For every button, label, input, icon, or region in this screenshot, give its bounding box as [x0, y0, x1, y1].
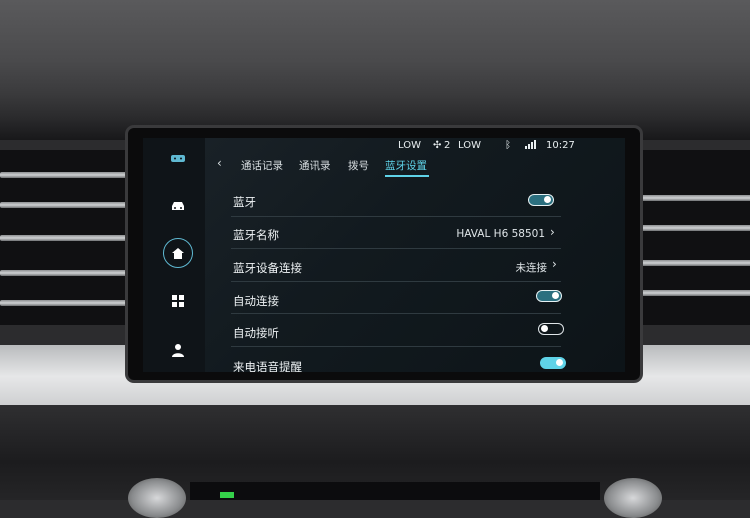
- divider: [231, 248, 561, 249]
- left-temp: LOW: [398, 140, 421, 151]
- indicator-led: [220, 492, 234, 498]
- car-front-small-icon[interactable]: [163, 152, 193, 168]
- right-temp: LOW: [458, 140, 481, 151]
- setting-auto-answer-label: 自动接听: [233, 326, 279, 340]
- infotainment-screen: LOW ✣ 2 LOW ᛒ 10:27 ‹ 通话记录 通讯录 拨号 蓝牙设置 蓝…: [143, 138, 625, 372]
- divider: [231, 216, 561, 217]
- left-knob: [128, 478, 186, 518]
- setting-bluetooth-name-label: 蓝牙名称: [233, 228, 279, 242]
- sidebar: [143, 138, 205, 372]
- fan-level: 2: [444, 140, 451, 151]
- divider: [231, 313, 561, 314]
- climate-display: [190, 482, 600, 500]
- back-chevron-icon[interactable]: ‹: [217, 156, 222, 170]
- signal-icon: [525, 140, 536, 152]
- bluetooth-name-value[interactable]: HAVAL H6 58501: [449, 228, 545, 240]
- setting-auto-connect-label: 自动连接: [233, 294, 279, 308]
- left-air-vent: [0, 150, 128, 325]
- apps-grid-icon[interactable]: [163, 294, 193, 312]
- dashboard-top: [0, 0, 750, 135]
- device-connection-value[interactable]: 未连接: [493, 260, 548, 275]
- setting-call-voice-alert-label: 来电语音提醒: [233, 360, 302, 372]
- setting-bluetooth-label: 蓝牙: [233, 195, 256, 209]
- person-icon[interactable]: [163, 343, 193, 361]
- car-icon[interactable]: [163, 200, 193, 216]
- call-voice-alert-toggle[interactable]: [540, 357, 566, 369]
- bluetooth-icon: ᛒ: [505, 140, 511, 151]
- right-air-vent: [625, 150, 750, 325]
- fan-icon: ✣: [433, 140, 442, 151]
- tab-bluetooth-settings[interactable]: 蓝牙设置: [385, 158, 427, 173]
- right-knob: [604, 478, 662, 518]
- chevron-right-icon[interactable]: ›: [552, 257, 557, 271]
- setting-device-connection-label: 蓝牙设备连接: [233, 261, 302, 275]
- home-icon[interactable]: [163, 238, 193, 268]
- divider: [231, 346, 561, 347]
- clock: 10:27: [546, 140, 575, 151]
- bluetooth-toggle[interactable]: [528, 194, 554, 206]
- tab-call-log[interactable]: 通话记录: [241, 158, 283, 173]
- chevron-right-icon[interactable]: ›: [550, 225, 555, 239]
- active-tab-indicator: [385, 175, 429, 177]
- auto-connect-toggle[interactable]: [536, 290, 562, 302]
- divider: [231, 281, 561, 282]
- auto-answer-toggle[interactable]: [538, 323, 564, 335]
- tab-contacts[interactable]: 通讯录: [299, 158, 331, 173]
- tab-dial[interactable]: 拨号: [348, 158, 369, 173]
